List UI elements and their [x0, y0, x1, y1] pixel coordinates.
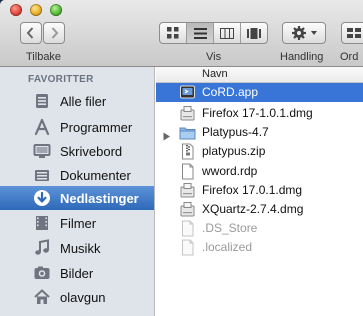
list-view-icon [193, 27, 207, 39]
hidden-file-icon [179, 239, 196, 256]
sidebar-item-label: Musikk [60, 240, 101, 256]
toolbar: Tilbake Vis Handling Ord [0, 0, 363, 67]
sidebar-item-label: Nedlastinger [60, 190, 139, 206]
sidebar-item-music[interactable]: Musikk [0, 236, 154, 260]
column-view-button[interactable] [214, 23, 241, 43]
file-row[interactable]: platypus.zip [156, 142, 363, 161]
disk-image-icon [179, 201, 196, 218]
folder-icon [179, 124, 196, 141]
sidebar-item-movies[interactable]: Filmer [0, 211, 154, 235]
zoom-button[interactable] [50, 4, 62, 16]
hidden-file-icon [179, 220, 196, 237]
documents-icon [31, 164, 53, 186]
file-name: Firefox 17.0.1.dmg [202, 183, 303, 197]
arrange-icon [347, 28, 361, 38]
file-row[interactable]: .DS_Store [156, 219, 363, 238]
zip-archive-icon [179, 143, 196, 160]
file-row[interactable]: .localized [156, 238, 363, 257]
sidebar-item-pictures[interactable]: Bilder [0, 261, 154, 285]
file-name: XQuartz-2.7.4.dmg [202, 202, 304, 216]
file-list: Navn CoRD.app Firefox 17-1.0.1.dmg Platy… [156, 67, 363, 316]
sidebar-item-label: Bilder [60, 265, 94, 281]
file-name: .localized [202, 240, 253, 254]
sidebar: FAVORITTER Alle filer Programmer Skriveb… [0, 67, 155, 316]
sidebar-item-applications[interactable]: Programmer [0, 115, 154, 139]
music-icon [31, 237, 53, 259]
file-row[interactable]: XQuartz-2.7.4.dmg [156, 200, 363, 219]
sidebar-item-label: Alle filer [60, 93, 107, 109]
back-button[interactable] [20, 22, 42, 44]
file-row[interactable]: Firefox 17-1.0.1.dmg [156, 104, 363, 123]
file-name: Firefox 17-1.0.1.dmg [202, 106, 313, 120]
file-name: .DS_Store [202, 221, 258, 235]
cover-flow-icon [247, 27, 261, 39]
app-icon [179, 84, 196, 101]
file-row[interactable]: wword.rdp [156, 162, 363, 181]
action-label: Handling [280, 51, 324, 63]
icon-view-icon [167, 27, 179, 39]
file-name: CoRD.app [202, 85, 259, 99]
file-name: Platypus-4.7 [202, 125, 269, 139]
file-row[interactable]: Firefox 17.0.1.dmg [156, 181, 363, 200]
all-files-icon [31, 90, 53, 112]
downloads-icon [31, 187, 53, 209]
sidebar-item-downloads[interactable]: Nedlastinger [0, 186, 154, 210]
document-icon [179, 163, 196, 180]
sidebar-heading: FAVORITTER [28, 74, 94, 85]
column-header-label: Navn [202, 68, 228, 80]
finder-window: Tilbake Vis Handling Ord FAVORITTER Alle… [0, 0, 363, 316]
file-name: platypus.zip [202, 144, 266, 158]
sidebar-item-label: Dokumenter [60, 167, 131, 183]
close-button[interactable] [10, 4, 22, 16]
icon-view-button[interactable] [160, 23, 187, 43]
sidebar-item-label: olavgun [60, 289, 106, 305]
home-icon [31, 286, 53, 308]
sidebar-item-all-files[interactable]: Alle filer [0, 89, 154, 113]
arrange-label: Ord [340, 51, 359, 63]
file-row[interactable]: CoRD.app [156, 83, 363, 102]
gear-icon [292, 26, 317, 40]
minimize-button[interactable] [30, 4, 42, 16]
chevron-left-icon [26, 27, 34, 39]
name-column-header[interactable]: Navn [156, 67, 363, 83]
sidebar-item-label: Filmer [60, 215, 97, 231]
view-switcher [159, 22, 268, 44]
chevron-right-icon [51, 27, 59, 39]
file-name: wword.rdp [202, 164, 258, 178]
sidebar-item-home[interactable]: olavgun [0, 285, 154, 309]
disk-image-icon [179, 105, 196, 122]
arrange-button[interactable] [341, 22, 363, 44]
movies-icon [31, 212, 53, 234]
applications-icon [31, 116, 53, 138]
back-label: Tilbake [26, 51, 62, 63]
column-view-icon [220, 27, 234, 39]
sidebar-item-label: Skrivebord [60, 143, 123, 159]
action-button[interactable] [282, 22, 326, 44]
view-label: Vis [206, 51, 222, 63]
desktop-icon [31, 140, 53, 162]
sidebar-item-label: Programmer [60, 119, 133, 135]
disk-image-icon [179, 182, 196, 199]
file-row[interactable]: Platypus-4.7 [156, 123, 363, 142]
sidebar-item-desktop[interactable]: Skrivebord [0, 139, 154, 163]
cover-flow-button[interactable] [241, 23, 267, 43]
pictures-icon [31, 262, 53, 284]
sidebar-item-documents[interactable]: Dokumenter [0, 163, 154, 187]
list-view-button[interactable] [187, 23, 214, 43]
forward-button[interactable] [43, 22, 65, 44]
